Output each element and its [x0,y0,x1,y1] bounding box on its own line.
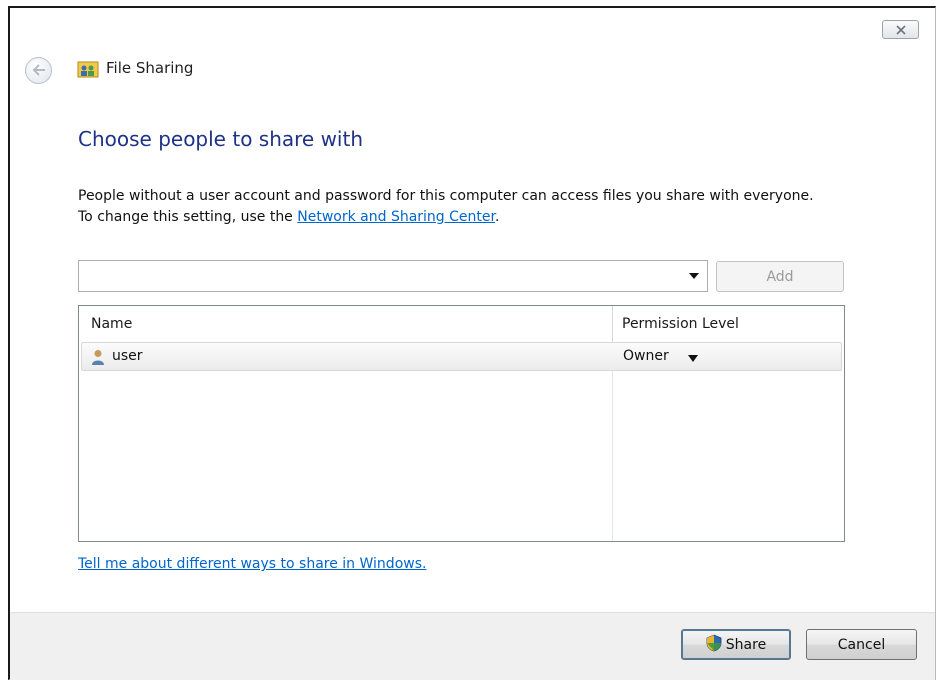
close-icon [895,20,907,39]
list-item[interactable]: user Owner [81,342,842,371]
info-line-2-prefix: To change this setting, use the [78,209,298,225]
chevron-down-icon[interactable] [688,355,698,362]
info-line-1: People without a user account and passwo… [78,188,814,204]
page-heading: Choose people to share with [78,127,364,151]
share-button[interactable]: Share [681,629,791,660]
list-item-name: user [112,348,143,364]
info-text: People without a user account and passwo… [78,186,814,228]
network-sharing-center-link[interactable]: Network and Sharing Center [297,209,495,225]
people-list: Name Permission Level user Owner [78,305,845,542]
add-button[interactable]: Add [716,261,844,292]
file-sharing-icon [77,59,99,79]
back-arrow-icon [32,61,46,80]
column-header-permission-level[interactable]: Permission Level [622,316,739,332]
permission-dropdown[interactable]: Owner [623,348,669,364]
info-line-2: To change this setting, use the Network … [78,207,814,228]
user-icon [91,349,105,365]
header-divider[interactable] [612,306,613,342]
window-title: File Sharing [106,59,194,77]
uac-shield-icon [706,634,722,656]
cancel-button[interactable]: Cancel [806,629,917,660]
share-button-label: Share [725,636,767,653]
column-header-name[interactable]: Name [91,316,132,332]
info-line-2-suffix: . [494,209,500,225]
help-link[interactable]: Tell me about different ways to share in… [78,556,426,572]
back-button[interactable] [25,57,52,84]
people-combobox[interactable] [78,260,708,292]
footer-bar: Share Cancel [10,612,935,680]
close-button[interactable] [882,20,919,39]
chevron-down-icon[interactable] [689,273,699,279]
